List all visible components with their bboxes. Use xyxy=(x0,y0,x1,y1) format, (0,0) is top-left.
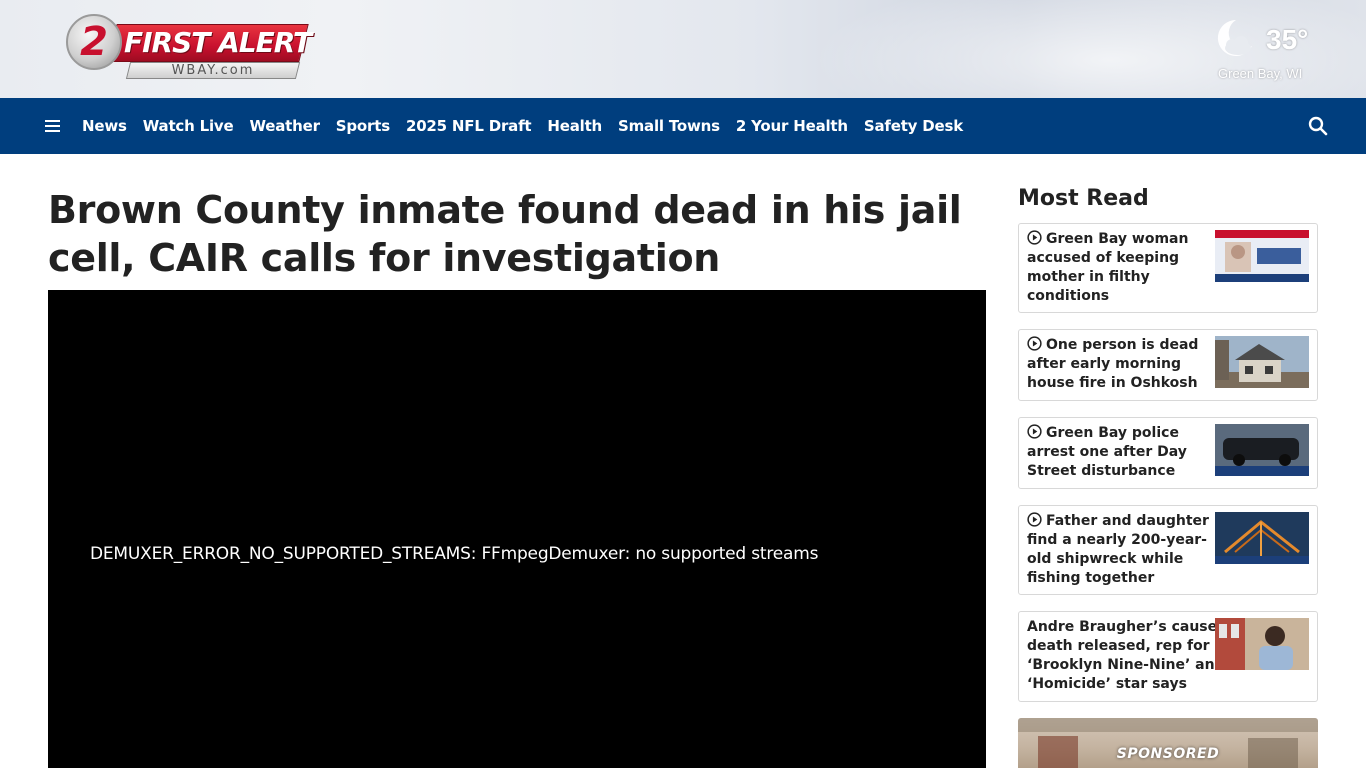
play-circle-icon xyxy=(1027,230,1042,245)
nav-item-2-your-health[interactable]: 2 Your Health xyxy=(728,117,856,135)
news-thumbnail[interactable] xyxy=(1215,512,1309,564)
nav-item-sports[interactable]: Sports xyxy=(328,117,398,135)
logo-channel-number: 2 xyxy=(80,19,108,65)
most-read-heading: Most Read xyxy=(1018,186,1149,211)
weather-widget[interactable]: 35° Green Bay, WI xyxy=(1208,14,1328,86)
weather-location: Green Bay, WI xyxy=(1218,66,1303,81)
nav-list: News Watch Live Weather Sports 2025 NFL … xyxy=(74,98,971,154)
play-circle-icon xyxy=(1027,512,1042,527)
moon-cloud-icon xyxy=(1217,19,1252,56)
nav-item-nfl-draft[interactable]: 2025 NFL Draft xyxy=(398,117,539,135)
news-thumbnail[interactable] xyxy=(1215,424,1309,476)
site-header: FIRST ALERT 2 WBAY.com 35° Green Bay, WI xyxy=(0,0,1366,98)
weather-temperature: 35° xyxy=(1266,24,1309,55)
most-read-item-text: Green Bay woman accused of keeping mothe… xyxy=(1027,231,1189,304)
most-read-item-text: One person is dead after early morning h… xyxy=(1027,337,1199,391)
most-read-item-title[interactable]: One person is dead after early morning h… xyxy=(1027,336,1213,393)
logo-brand-text: FIRST ALERT xyxy=(124,26,312,59)
most-read-item[interactable]: One person is dead after early morning h… xyxy=(1018,329,1318,401)
article-headline: Brown County inmate found dead in his ja… xyxy=(48,188,962,280)
nav-item-news[interactable]: News xyxy=(74,117,135,135)
most-read-item[interactable]: Father and daughter find a nearly 200-ye… xyxy=(1018,505,1318,595)
most-read-item[interactable]: Green Bay police arrest one after Day St… xyxy=(1018,417,1318,489)
video-error-message: DEMUXER_ERROR_NO_SUPPORTED_STREAMS: FFmp… xyxy=(90,544,819,564)
logo-site-text: WBAY.com xyxy=(171,63,255,78)
nav-item-weather[interactable]: Weather xyxy=(241,117,327,135)
most-read-item-text: Father and daughter find a nearly 200-ye… xyxy=(1027,513,1209,586)
most-read-item-title[interactable]: Green Bay police arrest one after Day St… xyxy=(1027,424,1213,481)
site-logo[interactable]: FIRST ALERT 2 WBAY.com xyxy=(50,12,312,84)
most-read-item-title[interactable]: Father and daughter find a nearly 200-ye… xyxy=(1027,512,1213,588)
logo-channel-badge: 2 xyxy=(66,14,122,70)
hamburger-menu-icon[interactable] xyxy=(42,115,64,137)
search-icon[interactable] xyxy=(1306,114,1330,138)
most-read-item-title[interactable]: Green Bay woman accused of keeping mothe… xyxy=(1027,230,1213,306)
sponsored-ad[interactable]: SPONSORED xyxy=(1018,718,1318,768)
nav-item-small-towns[interactable]: Small Towns xyxy=(610,117,728,135)
news-thumbnail[interactable] xyxy=(1215,336,1309,388)
nav-item-watch-live[interactable]: Watch Live xyxy=(135,117,242,135)
news-thumbnail[interactable] xyxy=(1215,618,1309,670)
most-read-item[interactable]: Andre Braugher’s cause of death released… xyxy=(1018,611,1318,702)
video-player[interactable]: DEMUXER_ERROR_NO_SUPPORTED_STREAMS: FFmp… xyxy=(48,290,986,768)
news-thumbnail[interactable] xyxy=(1215,230,1309,282)
play-circle-icon xyxy=(1027,424,1042,439)
nav-item-health[interactable]: Health xyxy=(539,117,610,135)
nav-item-safety-desk[interactable]: Safety Desk xyxy=(856,117,971,135)
play-circle-icon xyxy=(1027,336,1042,351)
most-read-item-text: Green Bay police arrest one after Day St… xyxy=(1027,425,1187,479)
main-navigation: News Watch Live Weather Sports 2025 NFL … xyxy=(0,98,1366,154)
sponsored-label: SPONSORED xyxy=(1116,746,1220,762)
most-read-item[interactable]: Green Bay woman accused of keeping mothe… xyxy=(1018,223,1318,313)
